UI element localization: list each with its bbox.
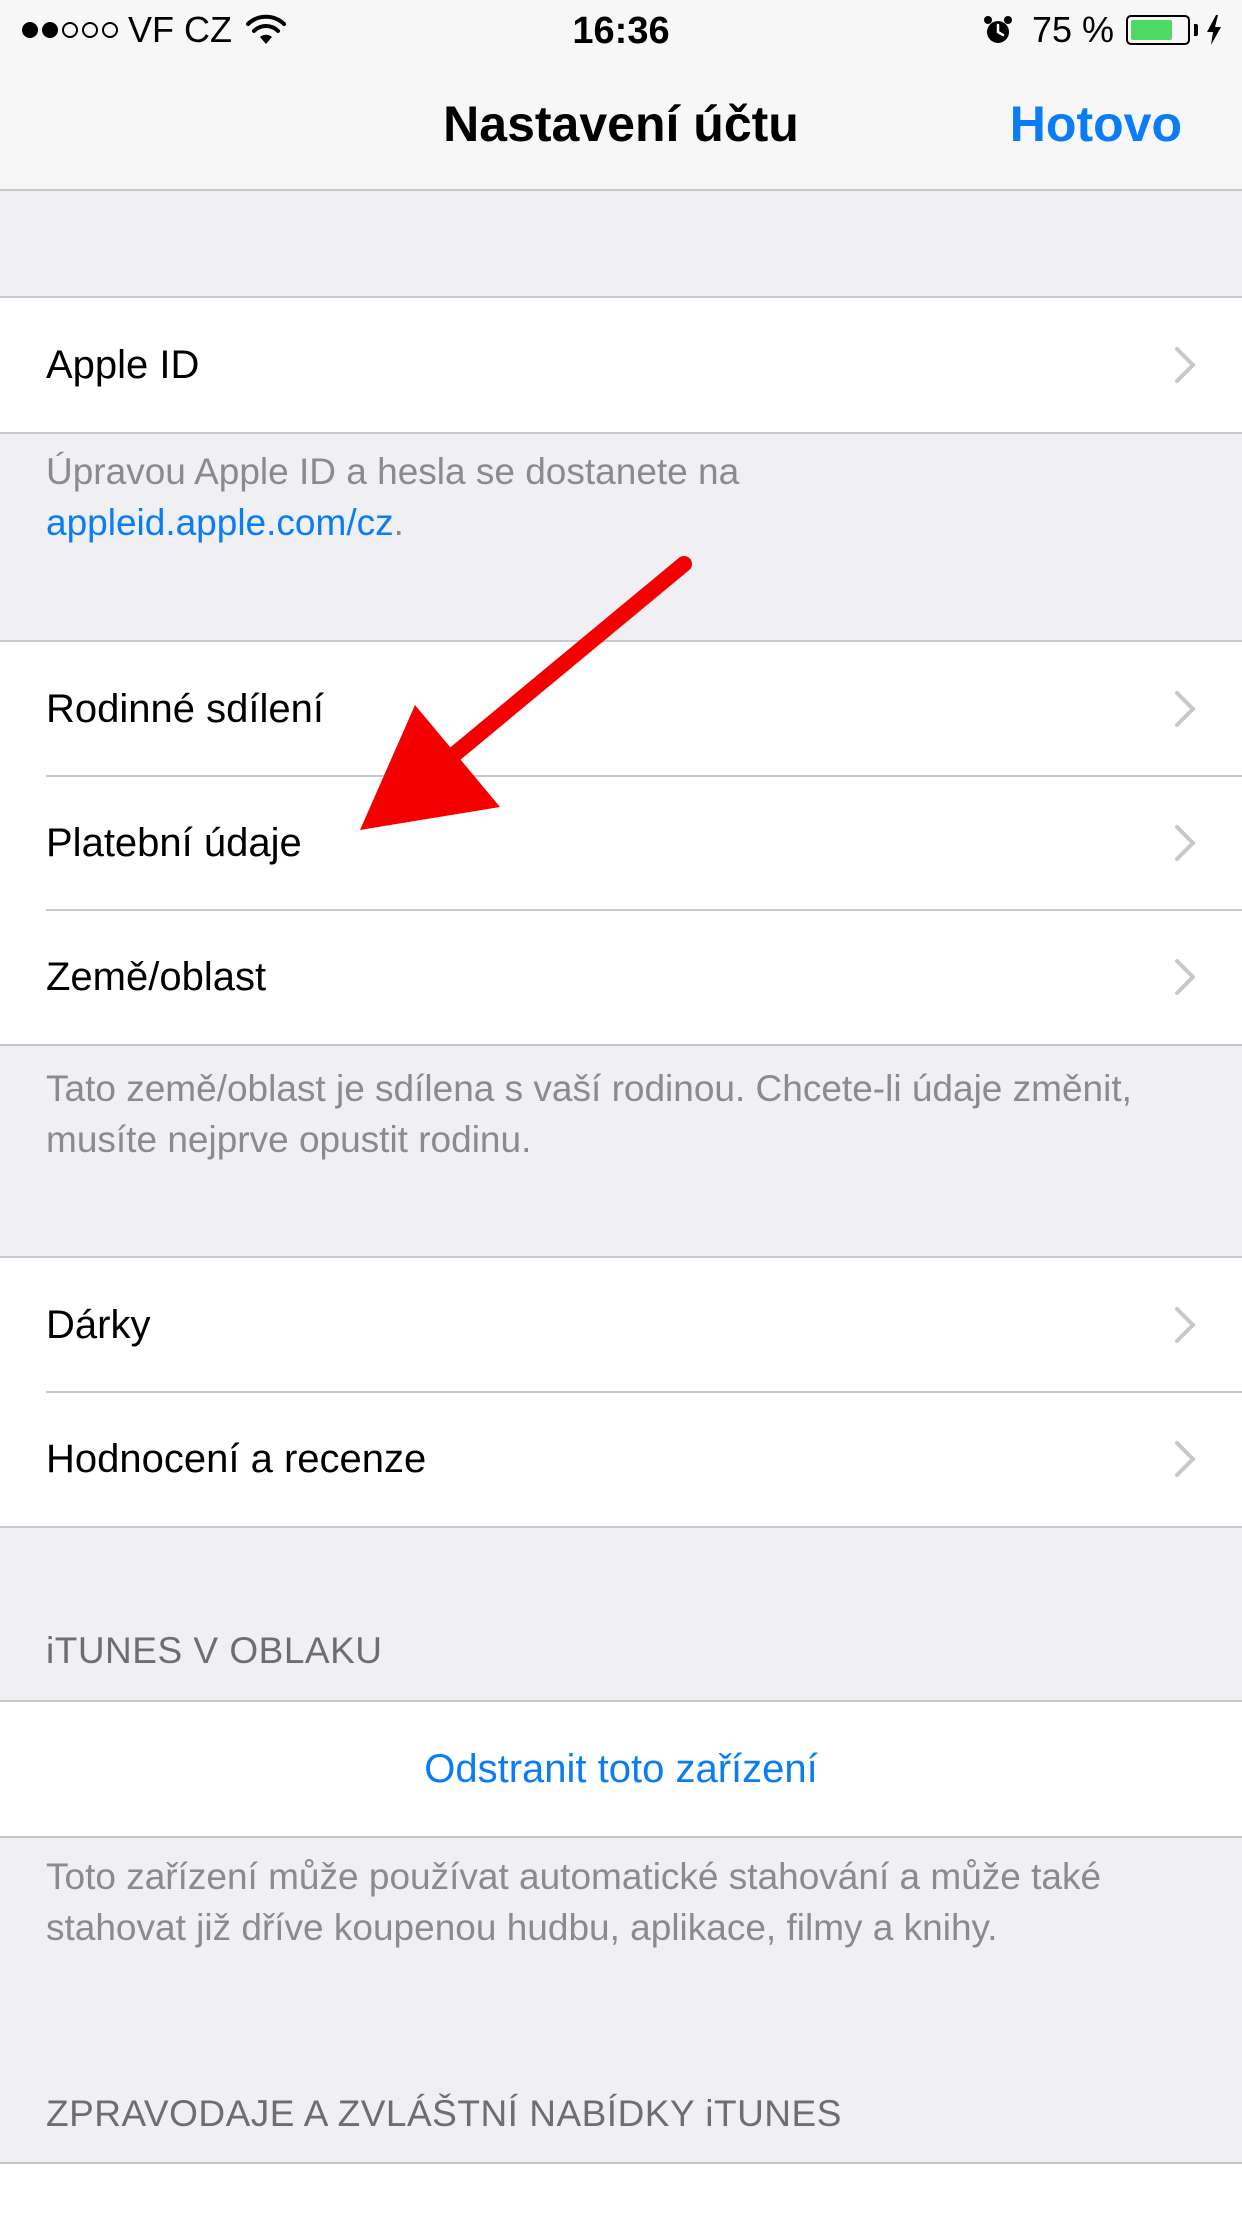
chevron-right-icon <box>1175 347 1195 383</box>
apple-id-footer: Úpravou Apple ID a hesla se dostanete na… <box>46 446 1196 548</box>
apple-id-row[interactable]: Apple ID <box>0 298 1242 432</box>
row-label: Země/oblast <box>46 954 267 999</box>
navigation-bar: Nastavení účtu Hotovo <box>0 60 1242 191</box>
alarm-icon <box>983 16 1012 43</box>
status-bar: VF CZ 16:36 75 % <box>0 0 1242 60</box>
battery-icon <box>1126 15 1190 45</box>
gifts-group: Dárky Hodnocení a recenze <box>0 1256 1242 1528</box>
family-footer: Tato země/oblast je sdílena s vaší rodin… <box>46 1068 1132 1160</box>
battery-level <box>1131 20 1172 40</box>
chevron-right-icon <box>1175 691 1195 727</box>
battery-percentage: 75 % <box>1031 9 1114 50</box>
battery-tip <box>1194 24 1198 36</box>
family-sharing-row[interactable]: Rodinné sdílení <box>0 642 1242 776</box>
family-group: Rodinné sdílení Platební údaje Země/obla… <box>0 640 1242 1046</box>
row-label: Dárky <box>46 1302 151 1347</box>
ratings-reviews-row[interactable]: Hodnocení a recenze <box>0 1391 1242 1526</box>
remove-device-button[interactable]: Odstranit toto zařízení <box>0 1702 1242 1836</box>
row-label: Platební údaje <box>46 820 302 865</box>
newsletter-header: ZPRAVODAJE A ZVLÁŠTNÍ NABÍDKY iTUNES <box>46 2093 842 2134</box>
bolt-icon <box>1207 15 1221 45</box>
chevron-right-icon <box>1175 1441 1195 1477</box>
itunes-cloud-footer: Toto zařízení může používat automatické … <box>46 1856 1102 1948</box>
appleid-link[interactable]: appleid.apple.com/cz <box>46 502 394 543</box>
footer-link-suffix: . <box>393 502 404 543</box>
chevron-right-icon <box>1175 825 1195 861</box>
chevron-right-icon <box>1175 1307 1195 1343</box>
country-region-row[interactable]: Země/oblast <box>0 909 1242 1044</box>
row-label: Apple ID <box>46 342 200 387</box>
apple-id-footer-text: Úpravou Apple ID a hesla se dostanete na <box>46 451 740 492</box>
itunes-cloud-group: Odstranit toto zařízení <box>0 1700 1242 1838</box>
done-button[interactable]: Hotovo <box>1010 60 1182 189</box>
payment-info-row[interactable]: Platební údaje <box>0 775 1242 910</box>
itunes-cloud-header: iTUNES V OBLAKU <box>46 1630 383 1671</box>
apple-id-group: Apple ID <box>0 296 1242 434</box>
row-label: Hodnocení a recenze <box>46 1436 427 1481</box>
chevron-right-icon <box>1175 959 1195 995</box>
row-label: Rodinné sdílení <box>46 686 324 731</box>
gifts-row[interactable]: Dárky <box>0 1258 1242 1392</box>
status-right: 75 % <box>982 9 1222 50</box>
newsletter-group <box>0 2162 1242 2222</box>
